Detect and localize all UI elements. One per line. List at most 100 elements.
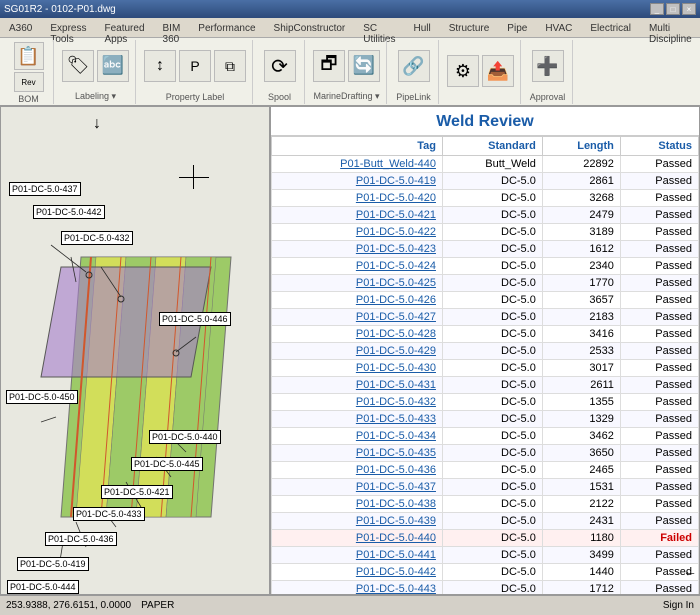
tag-cell[interactable]: P01-DC-5.0-443: [272, 581, 443, 595]
export-button[interactable]: 📤: [482, 55, 514, 87]
tag-cell[interactable]: P01-DC-5.0-437: [272, 479, 443, 496]
status-cell: Passed: [620, 224, 698, 241]
table-row[interactable]: P01-DC-5.0-439DC-5.02431Passed: [272, 513, 699, 530]
table-row[interactable]: P01-DC-5.0-436DC-5.02465Passed: [272, 462, 699, 479]
redistribute-leaders-button[interactable]: ↕: [144, 50, 176, 82]
table-row[interactable]: P01-DC-5.0-429DC-5.02533Passed: [272, 343, 699, 360]
manual-label-button[interactable]: 🏷: [62, 50, 94, 82]
tag-cell[interactable]: P01-DC-5.0-425: [272, 275, 443, 292]
maximize-button[interactable]: □: [666, 3, 680, 15]
tag-cell[interactable]: P01-DC-5.0-433: [272, 411, 443, 428]
rotate-dimension-button[interactable]: ⟳: [264, 50, 296, 82]
tag-cell[interactable]: P01-DC-5.0-436: [272, 462, 443, 479]
table-row[interactable]: P01-DC-5.0-437DC-5.01531Passed: [272, 479, 699, 496]
table-row[interactable]: P01-DC-5.0-431DC-5.02611Passed: [272, 377, 699, 394]
tab-sc-utilities[interactable]: SC Utilities: [354, 20, 404, 37]
tab-featured[interactable]: Featured Apps: [95, 20, 153, 37]
tag-cell[interactable]: P01-DC-5.0-424: [272, 258, 443, 275]
tag-cell[interactable]: P01-DC-5.0-432: [272, 394, 443, 411]
tag-cell[interactable]: P01-Butt_Weld-440: [272, 156, 443, 173]
table-row[interactable]: P01-DC-5.0-427DC-5.02183Passed: [272, 309, 699, 326]
property-label-button[interactable]: P: [179, 50, 211, 82]
tag-cell[interactable]: P01-DC-5.0-426: [272, 292, 443, 309]
table-row[interactable]: P01-DC-5.0-419DC-5.02861Passed: [272, 173, 699, 190]
tab-a360[interactable]: A360: [0, 20, 41, 37]
auto-create-views-button[interactable]: 🗗: [313, 50, 345, 82]
tag-cell[interactable]: P01-DC-5.0-429: [272, 343, 443, 360]
standard-cell: DC-5.0: [442, 326, 542, 343]
tag-cell[interactable]: P01-DC-5.0-420: [272, 190, 443, 207]
table-row[interactable]: P01-DC-5.0-426DC-5.03657Passed: [272, 292, 699, 309]
tab-express[interactable]: Express Tools: [41, 20, 95, 37]
close-button[interactable]: ×: [682, 3, 696, 15]
tab-multidiscipline[interactable]: Multi Discipline: [640, 20, 700, 37]
table-row[interactable]: P01-DC-5.0-433DC-5.01329Passed: [272, 411, 699, 428]
table-row[interactable]: P01-DC-5.0-443DC-5.01712Passed: [272, 581, 699, 595]
tag-cell[interactable]: P01-DC-5.0-422: [272, 224, 443, 241]
tab-structure[interactable]: Structure: [440, 20, 499, 37]
standard-cell: DC-5.0: [442, 343, 542, 360]
length-cell: 1355: [542, 394, 620, 411]
tab-shipconstructor[interactable]: ShipConstructor: [265, 20, 355, 37]
tab-electrical[interactable]: Electrical: [581, 20, 640, 37]
tag-cell[interactable]: P01-DC-5.0-428: [272, 326, 443, 343]
tag-cell[interactable]: P01-DC-5.0-439: [272, 513, 443, 530]
tab-performance[interactable]: Performance: [189, 20, 264, 37]
weld-table-scroll[interactable]: Tag Standard Length Status P01-Butt_Weld…: [271, 136, 699, 594]
table-row[interactable]: P01-DC-5.0-430DC-5.03017Passed: [272, 360, 699, 377]
standard-cell: DC-5.0: [442, 309, 542, 326]
table-row[interactable]: P01-DC-5.0-441DC-5.03499Passed: [272, 547, 699, 564]
ribbon-group-approval: ➕ Approval: [523, 40, 573, 104]
status-cell: Passed: [620, 394, 698, 411]
standard-cell: DC-5.0: [442, 292, 542, 309]
table-row[interactable]: P01-DC-5.0-421DC-5.02479Passed: [272, 207, 699, 224]
tag-cell[interactable]: P01-DC-5.0-438: [272, 496, 443, 513]
tag-cell[interactable]: P01-DC-5.0-421: [272, 207, 443, 224]
tab-hvac[interactable]: HVAC: [536, 20, 581, 37]
tag-cell[interactable]: P01-DC-5.0-419: [272, 173, 443, 190]
sign-in-status[interactable]: Sign In: [663, 600, 694, 611]
status-cell: Passed: [620, 479, 698, 496]
tab-pipe[interactable]: Pipe: [498, 20, 536, 37]
table-row[interactable]: P01-DC-5.0-432DC-5.01355Passed: [272, 394, 699, 411]
status-cell: Passed: [620, 547, 698, 564]
revision-layout-button[interactable]: Rev: [14, 72, 44, 92]
minimize-button[interactable]: _: [650, 3, 664, 15]
window-controls[interactable]: _ □ ×: [650, 3, 696, 15]
manager-button[interactable]: 🔗: [398, 50, 430, 82]
table-row[interactable]: P01-DC-5.0-438DC-5.02122Passed: [272, 496, 699, 513]
table-row[interactable]: P01-Butt_Weld-440Butt_Weld22892Passed: [272, 156, 699, 173]
tag-cell[interactable]: P01-DC-5.0-435: [272, 445, 443, 462]
generate-button[interactable]: ⚙: [447, 55, 479, 87]
table-row[interactable]: P01-DC-5.0-440DC-5.01180Failed: [272, 530, 699, 547]
tag-cell[interactable]: P01-DC-5.0-423: [272, 241, 443, 258]
table-row[interactable]: P01-DC-5.0-442DC-5.01440Passed: [272, 564, 699, 581]
table-row[interactable]: P01-DC-5.0-435DC-5.03650Passed: [272, 445, 699, 462]
tag-cell[interactable]: P01-DC-5.0-434: [272, 428, 443, 445]
table-row[interactable]: P01-DC-5.0-424DC-5.02340Passed: [272, 258, 699, 275]
standard-cell: DC-5.0: [442, 513, 542, 530]
tab-bim360[interactable]: BIM 360: [154, 20, 190, 37]
tag-cell[interactable]: P01-DC-5.0-431: [272, 377, 443, 394]
cad-view[interactable]: ↓: [0, 106, 270, 595]
table-row[interactable]: P01-DC-5.0-423DC-5.01612Passed: [272, 241, 699, 258]
table-row[interactable]: P01-DC-5.0-434DC-5.03462Passed: [272, 428, 699, 445]
table-row[interactable]: P01-DC-5.0-420DC-5.03268Passed: [272, 190, 699, 207]
ribbon-group-generate: ⚙ 📤: [441, 40, 521, 104]
auto-label-button[interactable]: 🔤: [97, 50, 129, 82]
table-row[interactable]: P01-DC-5.0-428DC-5.03416Passed: [272, 326, 699, 343]
revisions-button[interactable]: 📋: [14, 42, 44, 70]
status-cell: Passed: [620, 241, 698, 258]
ribbon-tabs: A360 Express Tools Featured Apps BIM 360…: [0, 18, 700, 38]
tag-cell[interactable]: P01-DC-5.0-440: [272, 530, 443, 547]
tag-cell[interactable]: P01-DC-5.0-442: [272, 564, 443, 581]
update-views-button[interactable]: 🔄: [348, 50, 380, 82]
tag-cell[interactable]: P01-DC-5.0-430: [272, 360, 443, 377]
insert-group-button[interactable]: ➕: [532, 50, 564, 82]
table-row[interactable]: P01-DC-5.0-425DC-5.01770Passed: [272, 275, 699, 292]
tag-cell[interactable]: P01-DC-5.0-427: [272, 309, 443, 326]
table-row[interactable]: P01-DC-5.0-422DC-5.03189Passed: [272, 224, 699, 241]
quick-copy-button[interactable]: ⧉: [214, 50, 246, 82]
tab-hull[interactable]: Hull: [404, 20, 439, 37]
tag-cell[interactable]: P01-DC-5.0-441: [272, 547, 443, 564]
